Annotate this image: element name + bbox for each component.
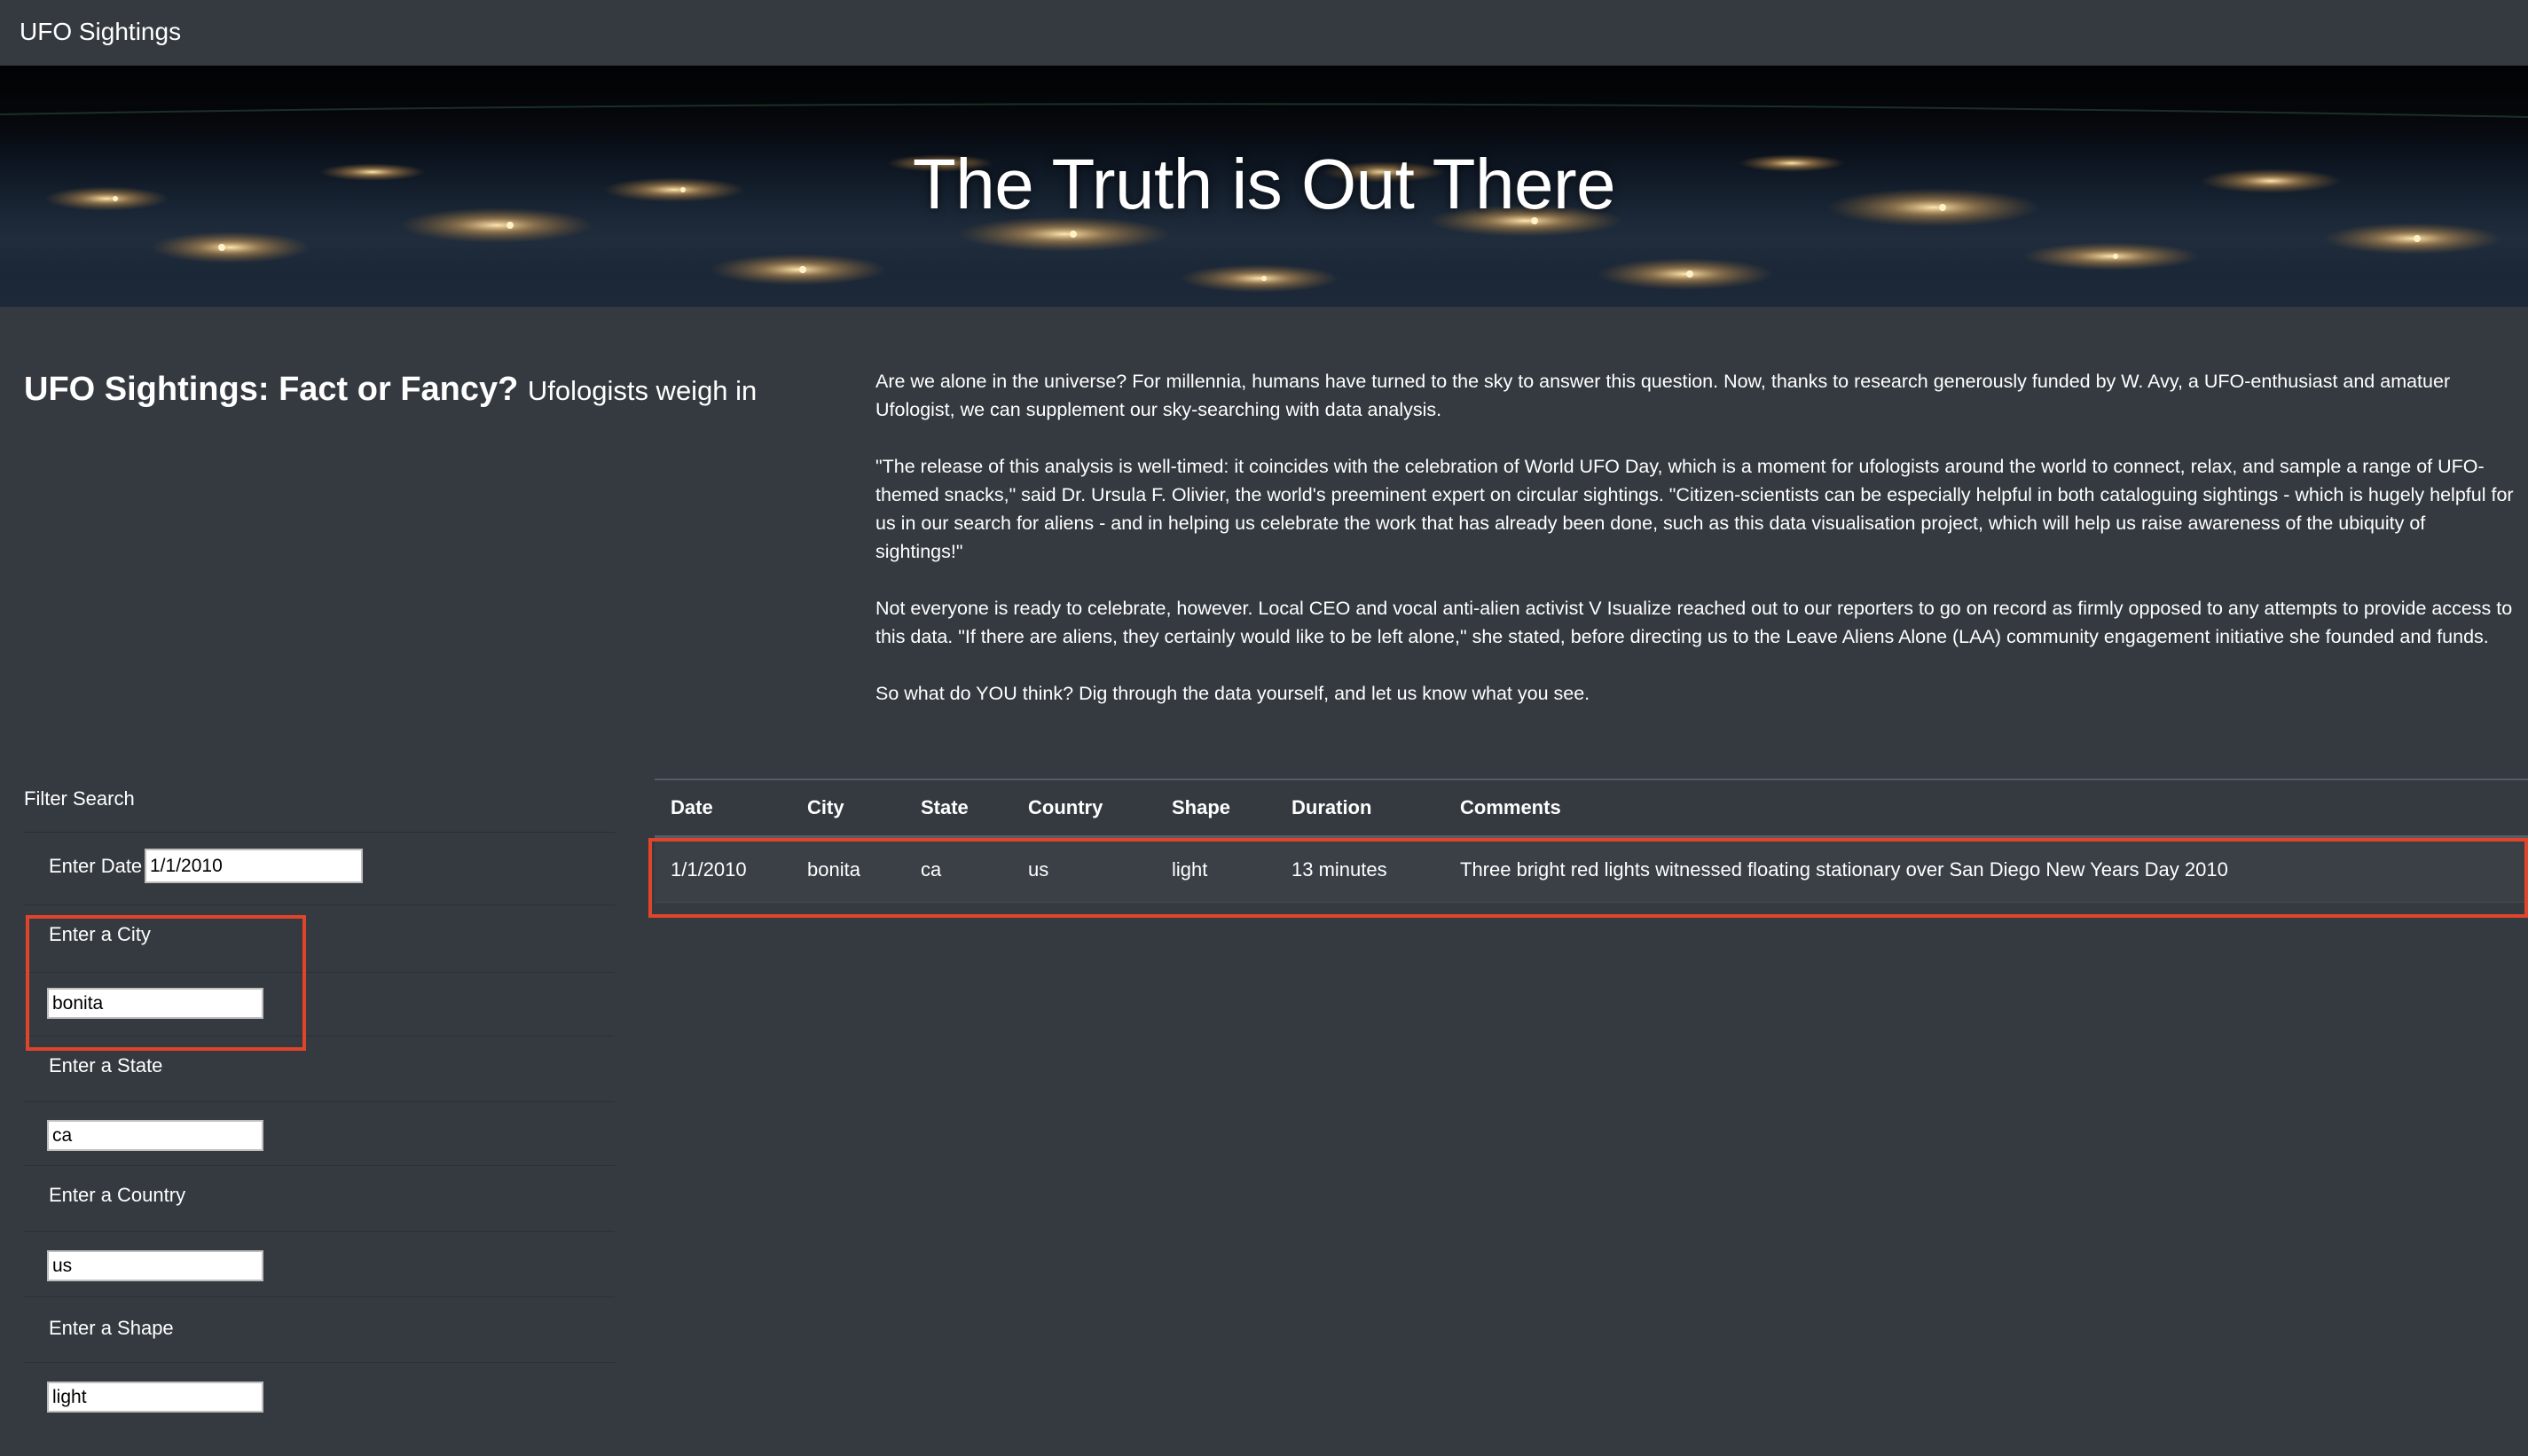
results-table: Date City State Country Shape Duration C… (655, 780, 2528, 903)
filter-row-shape-label: Enter a Shape (24, 1296, 615, 1363)
header-duration: Duration (1276, 780, 1444, 838)
state-label: Enter a State (49, 1054, 163, 1076)
state-input[interactable] (47, 1120, 263, 1151)
cell-city: bonita (791, 836, 905, 903)
article-paragraph: So what do YOU think? Dig through the da… (875, 683, 1590, 704)
city-input[interactable] (47, 988, 263, 1019)
article-paragraph: Not everyone is ready to celebrate, howe… (875, 598, 2513, 647)
header-shape: Shape (1156, 780, 1276, 838)
filter-row-shape-input (24, 1362, 615, 1436)
filter-row-city-input (24, 972, 615, 1037)
date-input[interactable] (145, 849, 363, 883)
table-row: 1/1/2010 bonita ca us light 13 minutes T… (655, 836, 2528, 903)
cell-shape: light (1156, 836, 1276, 903)
shape-input[interactable] (47, 1382, 263, 1413)
cell-country: us (1012, 836, 1156, 903)
navbar-brand[interactable]: UFO Sightings (20, 18, 181, 46)
article-body: Are we alone in the universe? For millen… (875, 367, 2516, 736)
header-comments: Comments (1444, 780, 2528, 838)
hero-banner: The Truth is Out There (0, 66, 2528, 307)
article-heading: UFO Sightings: Fact or Fancy? Ufologists… (24, 371, 757, 409)
header-country: Country (1012, 780, 1156, 838)
date-label: Enter Date (49, 855, 143, 877)
filter-search-title: Filter Search (24, 787, 135, 810)
country-label: Enter a Country (49, 1184, 186, 1206)
filter-row-state-input (24, 1101, 615, 1166)
filter-row-date: Enter Date (24, 832, 615, 905)
filter-row-state-label: Enter a State (24, 1036, 615, 1102)
shape-label: Enter a Shape (49, 1317, 174, 1339)
table-header-row: Date City State Country Shape Duration C… (655, 780, 2528, 838)
article-paragraph: "The release of this analysis is well-ti… (875, 456, 2514, 562)
header-state: State (905, 780, 1012, 838)
cell-duration: 13 minutes (1276, 836, 1444, 903)
filter-row-city-label: Enter a City (24, 904, 615, 973)
article-paragraph: Are we alone in the universe? For millen… (875, 371, 2451, 420)
cell-date: 1/1/2010 (655, 836, 791, 903)
filter-row-country-input (24, 1231, 615, 1297)
article-title: UFO Sightings: Fact or Fancy? (24, 371, 519, 408)
cell-state: ca (905, 836, 1012, 903)
header-city: City (791, 780, 905, 838)
cell-comments: Three bright red lights witnessed floati… (1444, 836, 2528, 903)
filter-row-country-label: Enter a Country (24, 1165, 615, 1232)
article-subtitle: Ufologists weigh in (527, 375, 758, 406)
header-date: Date (655, 780, 791, 838)
city-label: Enter a City (49, 923, 151, 945)
country-input[interactable] (47, 1250, 263, 1281)
navbar: UFO Sightings (0, 0, 2528, 66)
hero-title: The Truth is Out There (912, 145, 1616, 223)
